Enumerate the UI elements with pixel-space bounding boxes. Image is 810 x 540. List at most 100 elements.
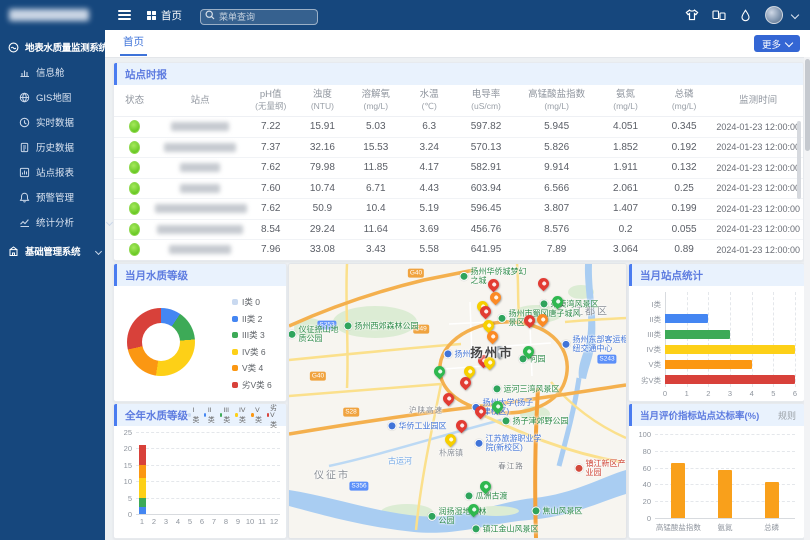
bar (665, 360, 752, 369)
rules-link[interactable]: 规则 (778, 409, 796, 422)
globe-icon (19, 92, 30, 103)
legend-item[interactable]: III类 3 (232, 329, 265, 341)
legend-item[interactable]: II类 (204, 407, 216, 424)
sidebar-item-statistics[interactable]: 统计分析 (0, 211, 124, 233)
hamburger-menu-icon[interactable] (118, 10, 131, 20)
water-drop-icon[interactable] (739, 9, 752, 22)
value-cell: 50.9 (297, 199, 349, 220)
table-row[interactable]: 7.9633.083.435.58641.957.893.0640.892024… (114, 240, 803, 261)
map-pin[interactable] (453, 418, 469, 434)
user-avatar[interactable] (765, 6, 783, 24)
x-axis-tick-label: 9 (232, 517, 244, 526)
value-cell: 6.3 (403, 117, 455, 138)
stacked-bar-segment (139, 498, 146, 508)
page-scrollbar-thumb[interactable] (805, 59, 810, 151)
legend-item[interactable]: 劣V类 6 (232, 379, 272, 391)
gridline (687, 292, 688, 387)
column-header: 监测时间 (713, 85, 803, 117)
legend-item[interactable]: IV类 6 (232, 346, 266, 358)
sidebar-section-base-management[interactable]: 基础管理系统 (0, 240, 113, 262)
sidebar-item-realtime-data[interactable]: 实时数据 (0, 111, 124, 133)
station-stats-chart: 0123456I类II类III类IV类V类劣V类 (629, 286, 804, 398)
time-cell: 2024-01-23 12:00:00 (713, 240, 803, 261)
station-table-body: 7.2215.915.036.3597.825.9454.0510.345202… (114, 117, 803, 261)
map-label: 仪征市 (314, 470, 350, 482)
map-pin[interactable] (535, 276, 551, 292)
gridline (136, 514, 280, 515)
sidebar-item-history-data[interactable]: 历史数据 (0, 136, 124, 158)
panel-title: 全年水质等级 (125, 408, 188, 423)
table-row[interactable]: 7.6010.746.714.43603.946.5662.0610.25202… (114, 178, 803, 199)
sidebar-section-surface-water-system[interactable]: 地表水质量监测系统 (0, 36, 113, 58)
user-menu-chevron-icon[interactable] (791, 11, 799, 19)
value-cell: 3.24 (403, 137, 455, 158)
status-cell (114, 240, 155, 261)
y-axis-category-label: 劣V类 (629, 375, 661, 386)
sidebar-item-station-report[interactable]: 站点报表 (0, 161, 124, 183)
station-table: 状态 站点 pH值(无量纲) 浊度(NTU) 溶解氧(mg/L) 水温(℃) 电… (114, 85, 803, 261)
gridline (708, 292, 709, 387)
sidebar-item-alert-management[interactable]: 预警管理 (0, 186, 124, 208)
map-pin[interactable] (487, 290, 503, 306)
table-row[interactable]: 7.3732.1615.533.24570.135.8261.8520.1922… (114, 137, 803, 158)
value-cell: 2.061 (596, 178, 655, 199)
legend-item[interactable]: IV类 (235, 407, 247, 424)
value-cell: 5.58 (403, 240, 455, 261)
gridline (136, 465, 280, 466)
table-scrollbar[interactable] (797, 121, 801, 199)
legend-item[interactable]: 劣V类 (267, 403, 279, 429)
sidebar-item-label: 统计分析 (36, 215, 74, 229)
map-pin[interactable] (440, 391, 456, 407)
station-cell (155, 158, 245, 179)
menu-search-input[interactable] (200, 9, 318, 25)
value-cell: 582.91 (455, 158, 517, 179)
legend-item[interactable]: I类 0 (232, 296, 260, 308)
value-cell: 5.945 (517, 117, 596, 138)
value-cell: 7.62 (245, 199, 297, 220)
column-header: 总磷(mg/L) (655, 85, 714, 117)
x-axis-tick-label: 3 (725, 389, 735, 398)
table-row[interactable]: 8.5429.2411.643.69456.768.5760.20.055202… (114, 219, 803, 240)
value-cell: 0.199 (655, 199, 714, 220)
map[interactable]: G40S49S353G40S243S28S356扬州市江都区仪征市朴席镇扬州西郊… (289, 264, 626, 538)
building-icon (8, 246, 19, 257)
legend-item[interactable]: III类 (220, 407, 232, 424)
time-cell: 2024-01-23 12:00:00 (713, 117, 803, 138)
column-header: 水温(℃) (403, 85, 455, 117)
map-label: 扬子津郊野公园 (502, 416, 569, 425)
more-button[interactable]: 更多 (754, 35, 800, 52)
sidebar-item-info-hub[interactable]: 信息舱 (0, 61, 124, 83)
table-row[interactable]: 7.6250.910.45.19596.453.8071.4070.199202… (114, 199, 803, 220)
sidebar-item-gis-map[interactable]: GIS地图 (0, 86, 124, 108)
breadcrumb-home[interactable]: 首页 (147, 8, 182, 23)
sidebar-item-label: 历史数据 (36, 140, 74, 154)
legend-label: I类 0 (242, 296, 260, 308)
theme-skin-icon[interactable] (685, 9, 699, 22)
legend-item[interactable]: II类 2 (232, 313, 262, 325)
tab-home[interactable]: 首页 (120, 30, 147, 56)
station-name-redacted (157, 225, 243, 234)
multi-screen-icon[interactable] (712, 9, 726, 22)
yearly-legend: I类 II类 III类IV类 V类劣V类 (188, 403, 279, 429)
legend-item[interactable]: I类 (188, 407, 200, 424)
gridline (655, 518, 795, 519)
map-pin[interactable] (442, 432, 458, 448)
legend-swatch (232, 332, 238, 338)
legend-label: II类 2 (242, 313, 262, 325)
panel-header: 当月评价指标站点达标率(%) 规则 (629, 404, 804, 426)
legend-item[interactable]: V类 (251, 407, 263, 424)
gridline (655, 434, 795, 435)
road-shield: S28 (343, 408, 359, 417)
table-row[interactable]: 7.2215.915.036.3597.825.9454.0510.345202… (114, 117, 803, 138)
y-axis-tick-label: 0 (114, 510, 132, 519)
value-cell: 33.08 (297, 240, 349, 261)
poi-icon (498, 314, 507, 323)
legend-item[interactable]: V类 4 (232, 362, 263, 374)
map-label: 沪陕高速 (409, 407, 443, 416)
table-row[interactable]: 7.6279.9811.854.17582.919.9141.9110.1322… (114, 158, 803, 179)
gridline (752, 292, 753, 387)
x-axis-tick-label: 7 (208, 517, 220, 526)
map-pin[interactable] (431, 364, 447, 380)
chevron-down-icon (106, 218, 113, 225)
page-scrollbar[interactable] (804, 57, 810, 540)
